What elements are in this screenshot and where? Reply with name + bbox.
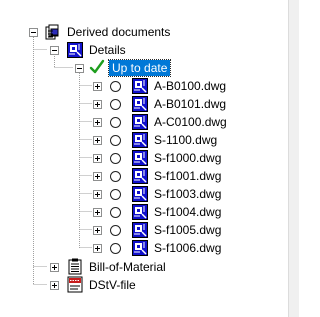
expand-toggle[interactable] bbox=[93, 154, 102, 163]
file-name: S-f1004.dwg bbox=[154, 205, 222, 219]
expand-toggle[interactable] bbox=[93, 172, 102, 181]
drawing-file-icon bbox=[132, 78, 148, 94]
status-radio[interactable] bbox=[110, 117, 121, 128]
file-name: A-C0100.dwg bbox=[154, 115, 227, 129]
status-radio[interactable] bbox=[110, 171, 121, 182]
file-name: S-f1005.dwg bbox=[154, 223, 222, 237]
tree-node-up-to-date[interactable]: Up to date bbox=[0, 59, 200, 77]
tree-node-file[interactable]: A-B0100.dwg bbox=[0, 77, 260, 95]
status-radio[interactable] bbox=[110, 81, 121, 92]
tree-node-dstv-file[interactable]: DStV-file bbox=[0, 276, 200, 294]
expand-toggle[interactable] bbox=[50, 263, 59, 272]
status-radio[interactable] bbox=[110, 99, 121, 110]
expand-toggle[interactable] bbox=[93, 136, 102, 145]
tree-node-file[interactable]: S-f1004.dwg bbox=[0, 203, 260, 221]
tree-node-file[interactable]: A-B0101.dwg bbox=[0, 95, 260, 113]
status-radio[interactable] bbox=[110, 135, 121, 146]
file-name: S-1100.dwg bbox=[154, 133, 218, 147]
file-name: S-f1003.dwg bbox=[154, 187, 222, 201]
tree-node-file[interactable]: S-1100.dwg bbox=[0, 131, 260, 149]
expand-toggle[interactable] bbox=[93, 208, 102, 217]
drawing-file-icon bbox=[132, 186, 148, 202]
drawing-file-icon bbox=[132, 150, 148, 166]
dstv-file-icon bbox=[67, 276, 83, 293]
node-label: Details bbox=[89, 43, 126, 57]
file-name: S-f1001.dwg bbox=[154, 169, 222, 183]
node-label: Bill-of-Material bbox=[89, 260, 166, 274]
tree-node-bill-of-material[interactable]: Bill-of-Material bbox=[0, 258, 200, 276]
collapse-toggle[interactable] bbox=[75, 64, 84, 73]
tree-node-file[interactable]: S-f1001.dwg bbox=[0, 167, 260, 185]
drawing-file-icon bbox=[132, 240, 148, 256]
expand-toggle[interactable] bbox=[93, 118, 102, 127]
expand-toggle[interactable] bbox=[93, 244, 102, 253]
drawing-file-icon bbox=[132, 168, 148, 184]
expand-toggle[interactable] bbox=[93, 100, 102, 109]
node-label: Derived documents bbox=[67, 25, 171, 39]
expand-toggle[interactable] bbox=[93, 190, 102, 199]
tree-node-file[interactable]: S-f1005.dwg bbox=[0, 221, 260, 239]
status-radio[interactable] bbox=[110, 225, 121, 236]
drawing-sheet-icon bbox=[67, 42, 83, 58]
status-radio[interactable] bbox=[110, 189, 121, 200]
status-radio[interactable] bbox=[110, 153, 121, 164]
status-radio[interactable] bbox=[110, 207, 121, 218]
derived-documents-tree: Derived documents Details Up to date A-B… bbox=[0, 0, 299, 317]
expand-toggle[interactable] bbox=[50, 281, 59, 290]
clipboard-list-icon bbox=[68, 258, 82, 275]
expand-toggle[interactable] bbox=[93, 82, 102, 91]
checkmark-icon bbox=[89, 59, 105, 74]
drawing-file-icon bbox=[132, 222, 148, 238]
tree-node-file[interactable]: S-f1006.dwg bbox=[0, 239, 260, 257]
tree-node-file[interactable]: A-C0100.dwg bbox=[0, 113, 260, 131]
drawing-file-icon bbox=[132, 96, 148, 112]
document-stack-icon bbox=[45, 24, 59, 40]
file-name: S-f1000.dwg bbox=[154, 151, 222, 165]
expand-toggle[interactable] bbox=[93, 226, 102, 235]
file-name: A-B0101.dwg bbox=[154, 97, 227, 111]
drawing-file-icon bbox=[132, 132, 148, 148]
file-name: A-B0100.dwg bbox=[154, 79, 227, 93]
tree-node-derived-documents[interactable]: Derived documents bbox=[0, 23, 260, 41]
tree-node-file[interactable]: S-f1003.dwg bbox=[0, 185, 260, 203]
node-label: DStV-file bbox=[89, 278, 136, 292]
drawing-file-icon bbox=[132, 114, 148, 130]
collapse-toggle[interactable] bbox=[29, 28, 38, 37]
file-name: S-f1006.dwg bbox=[154, 241, 222, 255]
drawing-file-icon bbox=[132, 204, 148, 220]
status-radio[interactable] bbox=[110, 243, 121, 254]
tree-node-details[interactable]: Details bbox=[0, 41, 200, 59]
node-label-selected: Up to date bbox=[107, 59, 172, 77]
collapse-toggle[interactable] bbox=[50, 46, 59, 55]
tree-node-file[interactable]: S-f1000.dwg bbox=[0, 149, 260, 167]
